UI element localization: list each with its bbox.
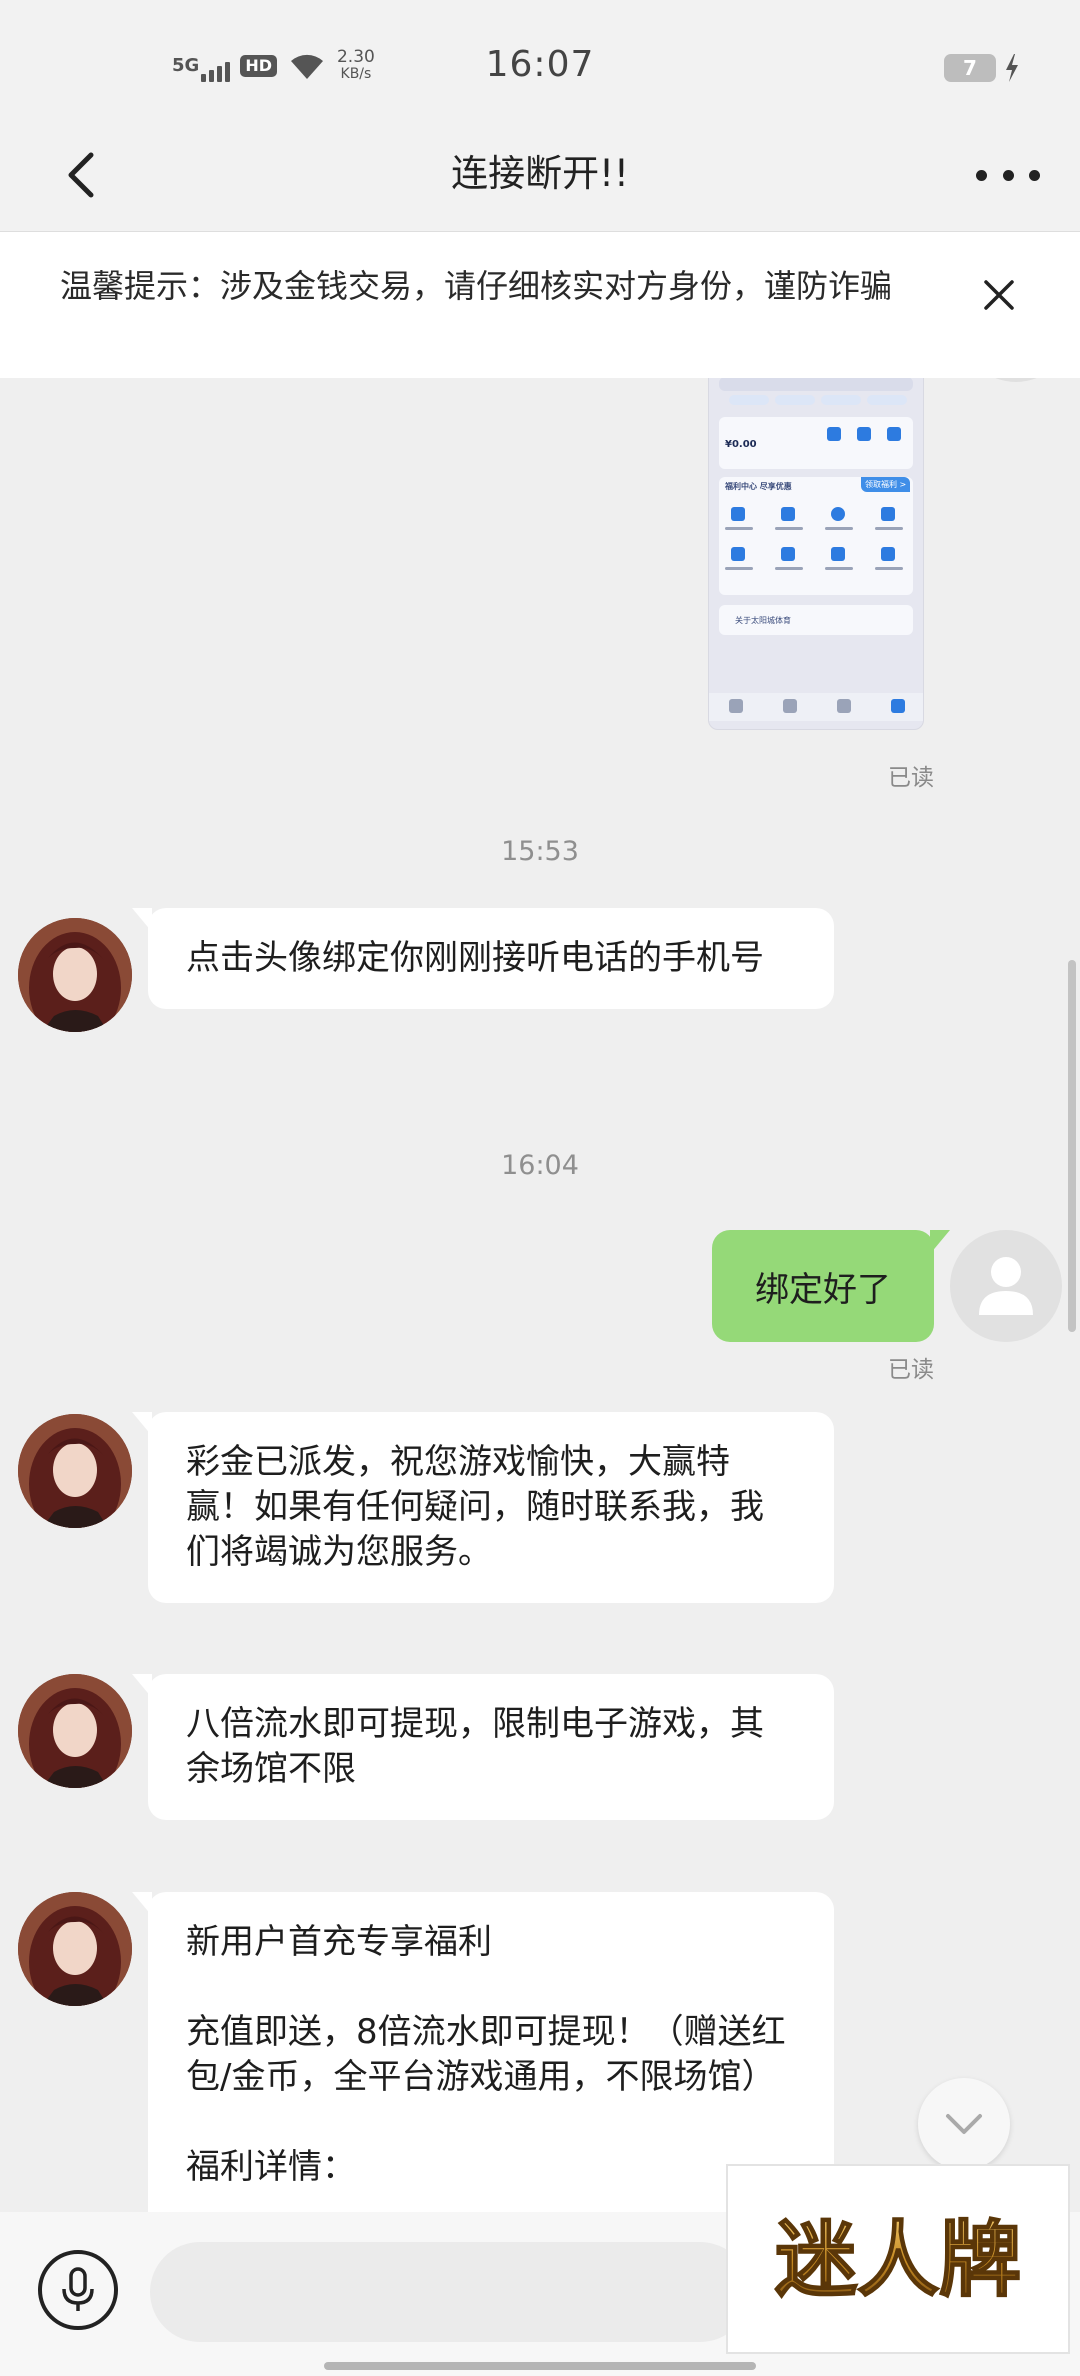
portrait-image [18, 1674, 132, 1788]
read-receipt: 已读 [888, 765, 934, 791]
more-dot-icon [1029, 169, 1040, 181]
warning-text: 温馨提示：涉及金钱交易，请仔细核实对方身份，谨防诈骗 [60, 267, 893, 305]
scroll-to-bottom-button[interactable] [918, 2078, 1010, 2170]
message-list[interactable]: ¥0.00 福利中心 尽享优惠 领取福利 > 关于太阳城体育 已读 15:53 [0, 378, 1080, 2212]
scrollbar[interactable] [1068, 960, 1076, 1332]
chevron-down-icon [946, 2114, 982, 2134]
voice-input-button[interactable] [38, 2250, 118, 2330]
more-dot-icon [976, 169, 987, 181]
chat-header: 连接断开!! [0, 120, 1080, 232]
timestamp: 16:04 [501, 1150, 579, 1181]
clock: 16:07 [485, 44, 595, 85]
watermark: 迷人牌 [726, 2164, 1070, 2354]
close-icon[interactable] [976, 272, 1022, 318]
read-receipt: 已读 [888, 1357, 934, 1383]
balance-value: ¥0.00 [725, 439, 757, 450]
battery-icon: 7 [944, 54, 996, 82]
fraud-warning-banner: 温馨提示：涉及金钱交易，请仔细核实对方身份，谨防诈骗 [0, 232, 1080, 378]
contact-avatar[interactable] [18, 918, 132, 1032]
link-text: 关于太阳城体育 [735, 616, 791, 625]
charging-icon [1006, 54, 1018, 82]
contact-avatar[interactable] [18, 1892, 132, 2006]
incoming-message: 彩金已派发，祝您游戏愉快，大赢特赢！如果有任何疑问，随时联系我，我们将竭诚为您服… [132, 1412, 834, 1603]
incoming-message: 八倍流水即可提现，限制电子游戏，其余场馆不限 [132, 1674, 834, 1820]
my-avatar [960, 378, 1072, 382]
portrait-image [18, 1892, 132, 2006]
timestamp: 15:53 [501, 836, 579, 867]
image-message[interactable]: ¥0.00 福利中心 尽享优惠 领取福利 > 关于太阳城体育 [708, 378, 924, 730]
portrait-image [18, 918, 132, 1032]
watermark-text: 迷人牌 [775, 2213, 1021, 2308]
my-avatar[interactable] [950, 1230, 1062, 1342]
page-title: 连接断开!! [451, 152, 629, 195]
section-title: 福利中心 尽享优惠 [725, 482, 792, 491]
status-bar: 5G HD 2.30 KB/s 16:07 7 [0, 0, 1080, 120]
more-options-button[interactable] [976, 150, 1040, 200]
user-placeholder-icon [979, 1257, 1033, 1315]
contact-avatar[interactable] [18, 1674, 132, 1788]
message-input[interactable] [150, 2242, 750, 2342]
microphone-icon [62, 2267, 94, 2311]
more-dot-icon [1002, 169, 1014, 181]
portrait-image [18, 1414, 132, 1528]
watermark-logo: 迷人牌 [774, 2212, 1022, 2309]
home-indicator[interactable] [324, 2362, 756, 2370]
contact-avatar[interactable] [18, 1414, 132, 1528]
outgoing-message: 绑定好了 [712, 1230, 950, 1342]
incoming-message: 点击头像绑定你刚刚接听电话的手机号 [132, 908, 834, 1009]
badge: 领取福利 > [861, 477, 911, 492]
